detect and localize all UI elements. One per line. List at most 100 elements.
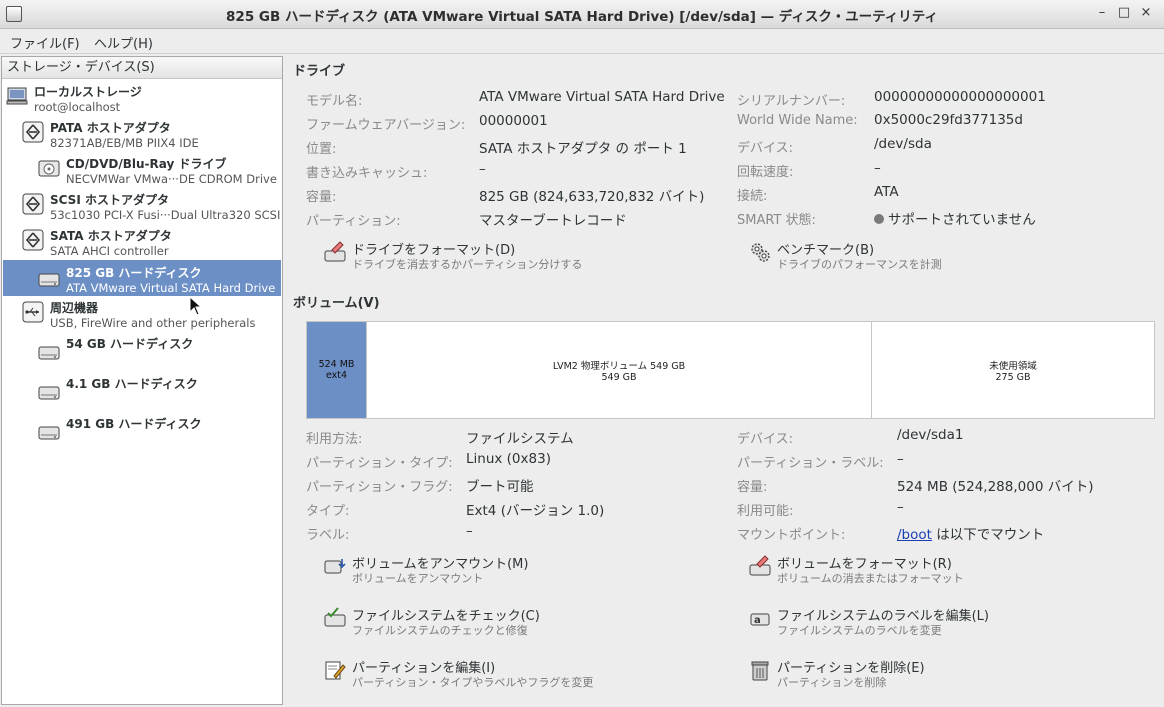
unmount-icon (324, 559, 346, 574)
device-value: /dev/sda (874, 136, 932, 152)
format-drive-button[interactable]: ドライブをフォーマット(D) ドライブを消去するかパーティション分けする (324, 239, 654, 275)
partition-label-label: パーティション・ラベル: (737, 456, 884, 471)
location-label: 位置: (306, 142, 337, 157)
serial-value: 00000000000000000001 (874, 89, 1046, 105)
volume-segment-free[interactable]: 未使用領域 275 GB (872, 322, 1154, 418)
partition-flags-value: ブート可能 (466, 479, 534, 495)
format-volume-button[interactable]: ボリュームをフォーマット(R) ボリュームの消去またはフォーマット (749, 553, 1079, 589)
write-cache-value: – (479, 161, 486, 177)
minimize-button[interactable]: – (1094, 5, 1110, 21)
check-filesystem-icon (324, 607, 346, 627)
mount-point-value: /boot は以下でマウント (897, 523, 1044, 543)
menu-file[interactable]: ファイル(F) (10, 33, 80, 52)
benchmark-desc: ドライブのパフォーマンスを計測 (777, 258, 942, 271)
tree-item-title: 825 GB ハードディスク (66, 266, 202, 280)
sidebar-header: ストレージ・デバイス(S) (2, 57, 282, 79)
tree-item-title: 54 GB ハードディスク (66, 337, 194, 351)
hard-disk-icon (38, 426, 60, 440)
edit-partition-button[interactable]: パーティションを編集(I) パーティション・タイプやラベルやフラグを変更 (324, 657, 654, 693)
partition-type-value: Linux (0x83) (466, 451, 551, 467)
mount-point-label: マウントポイント: (737, 528, 846, 543)
fs-label-label: ラベル: (306, 528, 350, 543)
fs-type-value: Ext4 (バージョン 1.0) (466, 503, 605, 519)
tree-item-825gb-disk[interactable]: 825 GB ハードディスク ATA VMware Virtual SATA H… (3, 260, 281, 296)
edit-fs-label-desc: ファイルシステムのラベルを変更 (777, 624, 942, 637)
tree-item-title: ローカルストレージ (34, 85, 142, 99)
vol-capacity-label: 容量: (737, 480, 768, 495)
segment-size: 275 GB (995, 371, 1031, 383)
tree-item-scsi-adapter[interactable]: SCSI ホストアダプタ 53c1030 PCI-X Fusi···Dual U… (22, 191, 281, 227)
hard-disk-icon (38, 273, 60, 287)
model-value: ATA VMware Virtual SATA Hard Drive (479, 89, 725, 105)
details-panel: ドライブ モデル名: ATA VMware Virtual SATA Hard … (283, 56, 1163, 707)
segment-label: 524 MB ext4 (318, 359, 355, 381)
tree-item-subtitle: NECVMWar VMwa···DE CDROM Drive (66, 172, 277, 186)
format-drive-desc: ドライブを消去するかパーティション分けする (352, 258, 583, 271)
format-drive-icon (324, 241, 346, 262)
tree-item-subtitle: root@localhost (34, 100, 121, 114)
window-title: 825 GB ハードディスク (ATA VMware Virtual SATA … (226, 9, 938, 25)
segment-label: LVM2 物理ボリューム 549 GB (552, 360, 686, 372)
tree-item-title: 491 GB ハードディスク (66, 417, 202, 431)
host-adapter-icon (22, 121, 44, 143)
tree-item-subtitle: 82371AB/EB/MB PIIX4 IDE (50, 136, 199, 150)
label-icon: a (750, 613, 770, 626)
fs-label-value: – (466, 523, 473, 539)
firmware-label: ファームウェアバージョン: (306, 118, 466, 133)
mount-point-link[interactable]: /boot (897, 527, 932, 543)
usage-label: 利用方法: (306, 432, 363, 447)
tree-item-local-storage[interactable]: ローカルストレージ root@localhost (6, 83, 278, 119)
storage-device-tree: ストレージ・デバイス(S) ローカルストレージ root@localhost P… (1, 56, 283, 705)
mount-point-suffix: は以下でマウント (931, 527, 1045, 543)
partition-label-value: – (897, 451, 904, 467)
edit-fs-label-button[interactable]: a ファイルシステムのラベルを編集(L) ファイルシステムのラベルを変更 (749, 605, 1079, 641)
wwn-label: World Wide Name: (737, 113, 858, 128)
delete-partition-button[interactable]: パーティションを削除(E) パーティションを削除 (749, 657, 1079, 693)
partitioning-label: パーティション: (306, 214, 401, 229)
drive-heading: ドライブ (293, 64, 346, 79)
smart-value: サポートされていません (874, 208, 1036, 228)
tree-item-subtitle: ATA VMware Virtual SATA Hard Drive (66, 281, 276, 295)
hard-disk-icon (38, 386, 60, 400)
tree-item-sata-adapter[interactable]: SATA ホストアダプタ SATA AHCI controller (22, 227, 278, 263)
unmount-volume-button[interactable]: ボリュームをアンマウント(M) ボリュームをアンマウント (324, 553, 654, 589)
volumes-heading: ボリューム(V) (293, 296, 380, 311)
tree-item-pata-adapter[interactable]: PATA ホストアダプタ 82371AB/EB/MB PIIX4 IDE (22, 119, 278, 155)
benchmark-button[interactable]: ベンチマーク(B) ドライブのパフォーマンスを計測 (749, 239, 1079, 275)
tree-item-title: CD/DVD/Blu-Ray ドライブ (66, 157, 227, 171)
close-button[interactable]: × (1138, 5, 1154, 21)
fs-type-label: タイプ: (306, 504, 350, 519)
check-filesystem-button[interactable]: ファイルシステムをチェック(C) ファイルシステムのチェックと修復 (324, 605, 654, 641)
menu-help[interactable]: ヘルプ(H) (94, 33, 153, 52)
capacity-value: 825 GB (824,633,720,832 バイト) (479, 189, 705, 205)
available-label: 利用可能: (737, 504, 794, 519)
tree-item-subtitle: 53c1030 PCI-X Fusi···Dual Ultra320 SCSI (50, 208, 281, 222)
format-volume-icon (749, 555, 771, 576)
tree-item-optical-drive[interactable]: CD/DVD/Blu-Ray ドライブ NECVMWar VMwa···DE C… (38, 155, 278, 191)
tree-item-491gb-disk[interactable]: 491 GB ハードディスク (38, 415, 278, 451)
host-adapter-icon (22, 193, 44, 215)
tree-item-4gb-disk[interactable]: 4.1 GB ハードディスク (38, 375, 278, 411)
tree-item-54gb-disk[interactable]: 54 GB ハードディスク (38, 335, 278, 371)
serial-label: シリアルナンバー: (737, 94, 846, 109)
smart-status-dot-icon (874, 214, 884, 224)
vol-capacity-value: 524 MB (524,288,000 バイト) (897, 479, 1094, 495)
partition-flags-label: パーティション・フラグ: (306, 480, 453, 495)
volume-segment-lvm[interactable]: LVM2 物理ボリューム 549 GB 549 GB (367, 322, 871, 418)
volume-segment-boot[interactable]: 524 MB ext4 (307, 322, 366, 418)
edit-partition-desc: パーティション・タイプやラベルやフラグを変更 (352, 676, 594, 689)
usage-value: ファイルシステム (466, 431, 574, 447)
tree-item-title: SCSI ホストアダプタ (50, 193, 169, 207)
tree-item-peripherals[interactable]: 周辺機器 USB, FireWire and other peripherals (22, 299, 278, 335)
disk-utility-window: 825 GB ハードディスク (ATA VMware Virtual SATA … (0, 0, 1164, 707)
connection-label: 接続: (737, 189, 768, 204)
smart-status-text: サポートされていません (888, 212, 1036, 228)
mouse-pointer-icon (189, 296, 203, 316)
maximize-button[interactable]: □ (1116, 5, 1132, 21)
tree-item-title: PATA ホストアダプタ (50, 121, 171, 135)
svg-text:a: a (754, 615, 761, 626)
tree-item-title: 4.1 GB ハードディスク (66, 377, 198, 391)
gear-icon (751, 243, 770, 262)
capacity-label: 容量: (306, 190, 337, 205)
unmount-desc: ボリュームをアンマウント (352, 572, 484, 585)
